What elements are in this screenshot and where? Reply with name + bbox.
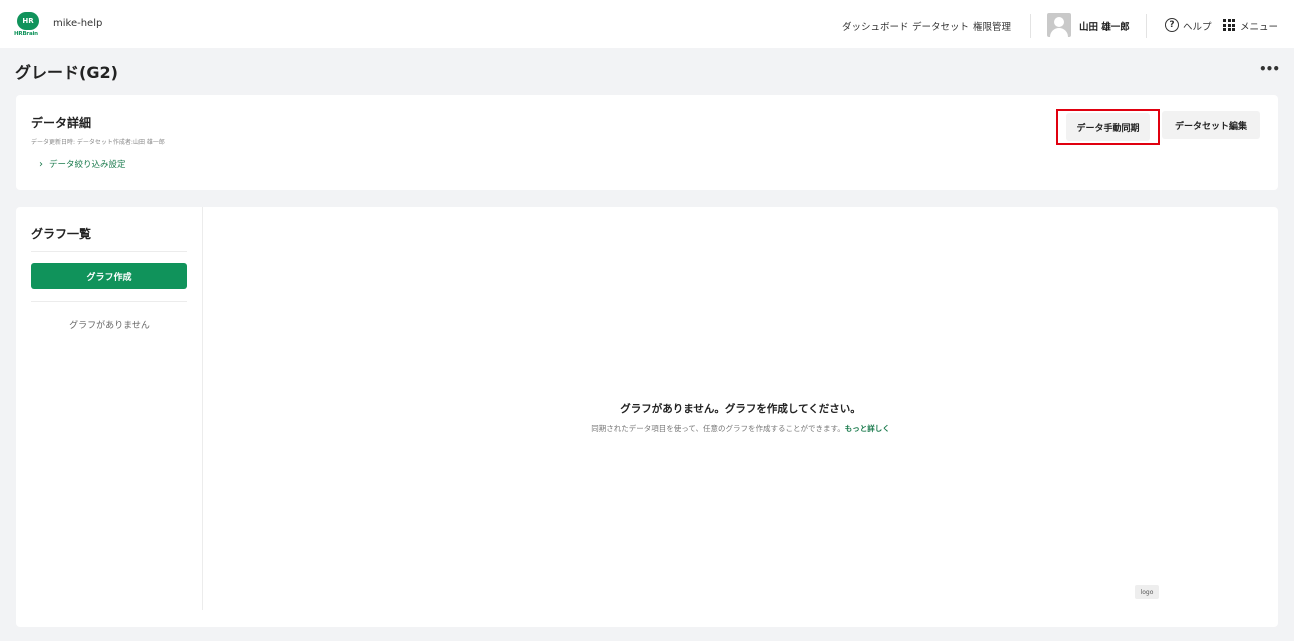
avatar[interactable]: [1047, 13, 1071, 37]
learn-more-link[interactable]: もっと詳しく: [845, 424, 890, 433]
user-name[interactable]: 山田 雄一郎: [1079, 19, 1130, 33]
create-graph-button[interactable]: グラフ作成: [31, 263, 187, 289]
filter-link-label: データ絞り込み設定: [49, 160, 126, 170]
nav-dataset[interactable]: データセット: [912, 19, 969, 33]
empty-state-description: 同期されたデータ項目を使って、任意のグラフを作成することができます。もっと詳しく: [203, 423, 1278, 434]
empty-desc-text: 同期されたデータ項目を使って、任意のグラフを作成することができます。: [591, 424, 845, 433]
logo-badge: logo: [1135, 585, 1159, 599]
divider: [31, 301, 187, 302]
graph-list-title: グラフ一覧: [31, 227, 92, 241]
help-link[interactable]: ヘルプ: [1183, 19, 1212, 33]
manual-sync-highlight: データ手動同期: [1056, 109, 1160, 145]
divider: [31, 251, 187, 252]
logo-text: HRBrain: [14, 31, 38, 37]
nav-dashboard[interactable]: ダッシュボード: [842, 19, 909, 33]
more-options-icon[interactable]: •••: [1259, 62, 1280, 76]
help-icon[interactable]: ?: [1165, 18, 1179, 32]
workspace-name[interactable]: mike-help: [53, 18, 102, 29]
empty-state-title: グラフがありません。グラフを作成してください。: [620, 403, 861, 415]
header-divider: [1146, 14, 1147, 38]
chevron-right-icon: ›: [39, 158, 43, 170]
top-header: HR HRBrain mike-help ダッシュボード データセット 権限管理…: [0, 0, 1294, 48]
menu-link[interactable]: メニュー: [1240, 19, 1278, 33]
nav-permissions[interactable]: 権限管理: [973, 19, 1011, 33]
grid-menu-icon[interactable]: [1223, 19, 1235, 31]
hrbrain-logo[interactable]: HR HRBrain: [14, 12, 42, 44]
page-title: グレード(G2): [15, 63, 118, 82]
graph-card: グラフ一覧 グラフ作成 グラフがありません グラフがありません。グラフを作成して…: [16, 207, 1278, 627]
detail-title: データ詳細: [31, 116, 92, 130]
data-detail-card: データ詳細 データ更新日時: データセット作成者:山田 雄一郎 › データ絞り込…: [16, 95, 1278, 190]
manual-sync-button[interactable]: データ手動同期: [1066, 113, 1150, 141]
edit-dataset-button[interactable]: データセット編集: [1162, 111, 1260, 139]
logo-mark: HR: [17, 12, 39, 30]
data-filter-settings-link[interactable]: › データ絞り込み設定: [39, 158, 126, 171]
graph-sidebar: グラフ一覧 グラフ作成 グラフがありません: [16, 207, 203, 610]
header-divider: [1030, 14, 1031, 38]
detail-meta: データ更新日時: データセット作成者:山田 雄一郎: [31, 139, 165, 146]
empty-graph-list-text: グラフがありません: [69, 321, 150, 331]
